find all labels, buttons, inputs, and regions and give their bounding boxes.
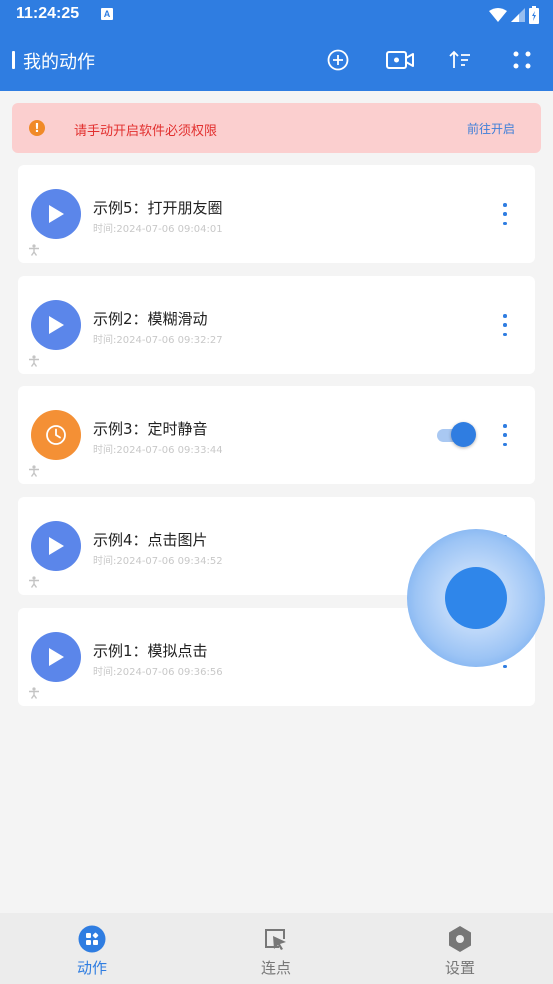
action-title: 示例1：模拟点击 [93, 642, 208, 660]
alert-message: 请手动开启软件必须权限 [74, 124, 218, 139]
play-icon [49, 648, 64, 666]
nav-tab-settings[interactable]: 设置 [368, 913, 552, 984]
play-button[interactable] [31, 521, 81, 571]
signal-icon [511, 8, 525, 22]
person-icon [28, 462, 40, 481]
action-title: 示例5：打开朋友圈 [93, 199, 223, 217]
person-icon [28, 352, 40, 371]
wifi-icon [489, 8, 507, 22]
action-time: 时间:2024-07-06 09:04:01 [93, 224, 223, 235]
play-button[interactable] [31, 189, 81, 239]
nav-tab-settings-label: 设置 [444, 959, 475, 977]
schedule-button[interactable] [31, 410, 81, 460]
clock-icon [46, 425, 66, 445]
more-options-icon[interactable] [495, 203, 515, 225]
warning-icon: ! [29, 120, 45, 136]
nav-tab-actions[interactable]: 动作 [0, 913, 184, 984]
add-action-button[interactable] [322, 44, 354, 76]
schedule-toggle[interactable] [435, 422, 476, 448]
action-card[interactable]: 示例5：打开朋友圈时间:2024-07-06 09:04:01 [18, 165, 535, 263]
nav-tab-actions-label: 动作 [76, 959, 107, 977]
action-time: 时间:2024-07-06 09:36:56 [93, 667, 223, 678]
record-button[interactable] [384, 44, 416, 76]
page-title: 我的动作 [23, 52, 95, 73]
title-accent-bar [12, 51, 15, 69]
video-camera-icon [386, 51, 414, 69]
person-icon [28, 573, 40, 592]
app-header: 11:24:25 A 我的动作 [0, 0, 553, 91]
more-options-icon[interactable] [495, 314, 515, 336]
floating-control-core [445, 567, 507, 629]
play-icon [49, 316, 64, 334]
action-card[interactable]: 示例2：模糊滑动时间:2024-07-06 09:32:27 [18, 276, 535, 374]
enable-permission-link[interactable]: 前往开启 [467, 120, 515, 137]
action-time: 时间:2024-07-06 09:32:27 [93, 335, 223, 346]
action-title: 示例2：模糊滑动 [93, 310, 208, 328]
grid-dots-icon [513, 51, 531, 69]
action-time: 时间:2024-07-06 09:33:44 [93, 445, 223, 456]
more-menu-button[interactable] [506, 44, 538, 76]
bottom-navigation: 动作 连点 设置 [0, 913, 553, 984]
add-circle-icon [327, 49, 349, 71]
action-title: 示例4：点击图片 [93, 531, 208, 549]
action-time: 时间:2024-07-06 09:34:52 [93, 556, 223, 567]
nav-tab-clicker[interactable]: 连点 [184, 913, 368, 984]
play-icon [49, 205, 64, 223]
sort-button[interactable] [444, 44, 476, 76]
toggle-knob [451, 422, 476, 447]
floating-control-button[interactable] [407, 529, 545, 667]
play-icon [49, 537, 64, 555]
play-button[interactable] [31, 300, 81, 350]
nav-tab-clicker-label: 连点 [260, 959, 291, 977]
permission-alert: ! 请手动开启软件必须权限 前往开启 [12, 103, 541, 153]
play-button[interactable] [31, 632, 81, 682]
action-card[interactable]: 示例3：定时静音时间:2024-07-06 09:33:44 [18, 386, 535, 484]
notification-a-icon: A [101, 8, 113, 20]
status-time: 11:24:25 [16, 5, 80, 22]
toolbar: 我的动作 [0, 30, 553, 91]
more-options-icon[interactable] [495, 424, 515, 446]
actions-grid-icon [78, 925, 106, 953]
system-icons [489, 5, 539, 25]
sort-icon [449, 50, 470, 68]
person-icon [28, 684, 40, 703]
battery-icon [529, 6, 539, 24]
cursor-click-icon [262, 925, 290, 953]
action-title: 示例3：定时静音 [93, 420, 208, 438]
status-bar: 11:24:25 A [0, 0, 553, 30]
person-icon [28, 241, 40, 260]
settings-hex-icon [446, 925, 474, 953]
